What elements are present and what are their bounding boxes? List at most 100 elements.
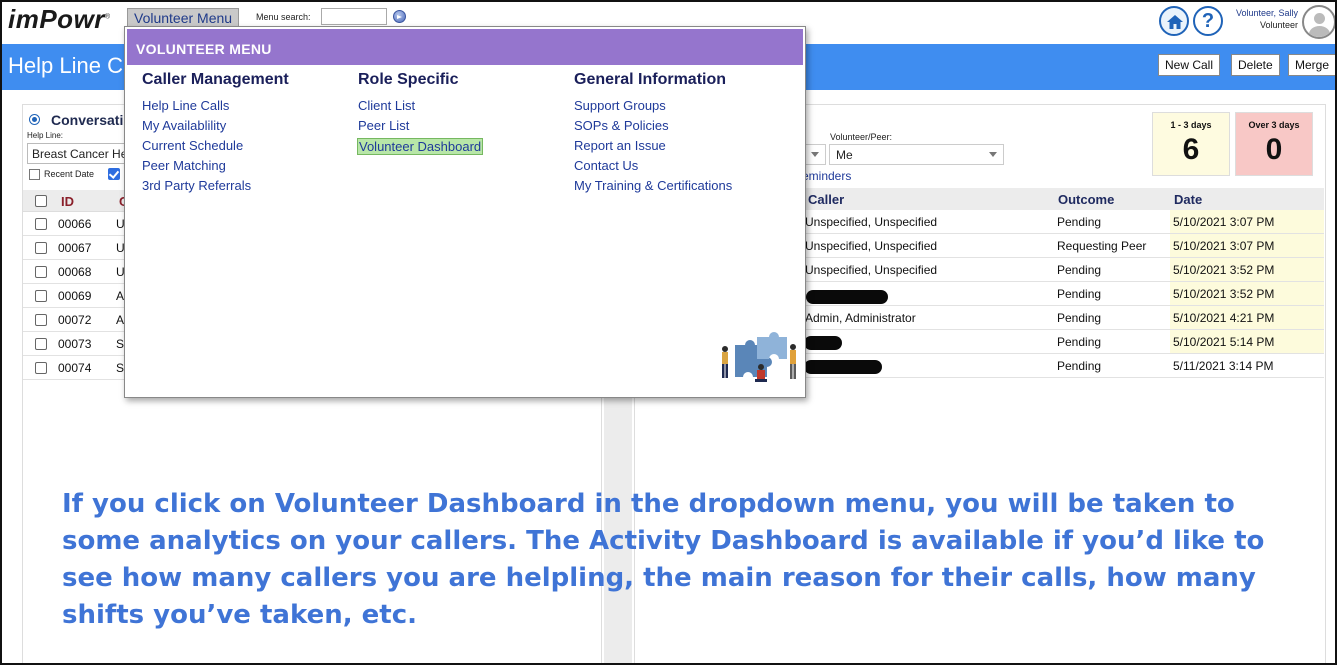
- row-date: 5/10/2021 3:52 PM: [1173, 263, 1275, 277]
- menu-column-general-information: General Information Support Groups SOPs …: [574, 71, 732, 196]
- row-checkbox[interactable]: [35, 362, 47, 374]
- row-caller: Unspecified, Unspecified: [805, 239, 938, 253]
- volunteer-menu-dropdown: VOLUNTEER MENU Caller Management Help Li…: [124, 26, 806, 398]
- menu-item-report-an-issue[interactable]: Report an Issue: [574, 136, 732, 156]
- delete-button[interactable]: Delete: [1231, 54, 1280, 76]
- row-caller-fragment: S: [116, 361, 125, 375]
- menu-item-sops-policies[interactable]: SOPs & Policies: [574, 116, 732, 136]
- help-icon[interactable]: ?: [1193, 6, 1223, 36]
- puzzle-team-illustration: [722, 332, 796, 382]
- redacted-caller: [804, 360, 882, 374]
- conversations-radio[interactable]: [29, 114, 40, 125]
- merge-button[interactable]: Merge: [1288, 54, 1335, 76]
- volunteer-menu-button[interactable]: Volunteer Menu: [127, 8, 240, 27]
- menu-item-client-list[interactable]: Client List: [358, 96, 483, 116]
- recent-date-label: Recent Date: [44, 169, 95, 179]
- menu-search-go-icon[interactable]: [393, 10, 406, 23]
- filter-checkbox[interactable]: [108, 168, 120, 180]
- stat-label: Over 3 days: [1248, 120, 1300, 130]
- stat-over-3-days[interactable]: Over 3 days 0: [1235, 112, 1313, 176]
- table-row[interactable]: Pending 5/11/2021 3:14 PM: [802, 354, 1324, 378]
- row-checkbox[interactable]: [35, 266, 47, 278]
- redacted-caller: [806, 290, 888, 304]
- menu-column-role-specific: Role Specific Client List Peer List Volu…: [357, 71, 484, 158]
- row-outcome: Pending: [1057, 263, 1102, 277]
- row-id[interactable]: 00066: [58, 217, 91, 231]
- table-row[interactable]: Pending 5/10/2021 3:52 PM: [802, 282, 1324, 306]
- stat-1-3-days[interactable]: 1 - 3 days 6: [1152, 112, 1230, 176]
- table-row[interactable]: Unspecified, Unspecified Requesting Peer…: [802, 234, 1324, 258]
- row-id[interactable]: 00067: [58, 241, 91, 255]
- row-date: 5/10/2021 3:52 PM: [1173, 287, 1275, 301]
- row-caller: Unspecified, Unspecified: [805, 263, 938, 277]
- recent-date-checkbox[interactable]: [29, 169, 40, 180]
- table-row[interactable]: Admin, Administrator Pending 5/10/2021 4…: [802, 306, 1324, 330]
- row-outcome: Requesting Peer: [1057, 239, 1147, 253]
- row-id[interactable]: 00072: [58, 313, 91, 327]
- volunteer-peer-select[interactable]: Me: [829, 144, 1004, 165]
- menu-column-caller-management: Caller Management Help Line Calls My Ava…: [142, 71, 289, 196]
- table-row[interactable]: Pending 5/10/2021 5:14 PM: [802, 330, 1324, 354]
- row-id[interactable]: 00068: [58, 265, 91, 279]
- user-role: Volunteer: [1259, 20, 1298, 30]
- menu-item-support-groups[interactable]: Support Groups: [574, 96, 732, 116]
- menu-item-help-line-calls[interactable]: Help Line Calls: [142, 96, 289, 116]
- row-caller-fragment: A: [116, 289, 125, 303]
- table-row[interactable]: Unspecified, Unspecified Pending 5/10/20…: [802, 210, 1324, 234]
- menu-item-my-training-certifications[interactable]: My Training & Certifications: [574, 176, 732, 196]
- row-caller: Admin, Administrator: [805, 311, 916, 325]
- row-date: 5/10/2021 3:07 PM: [1173, 215, 1275, 229]
- row-checkbox[interactable]: [35, 314, 47, 326]
- menu-column-heading: Role Specific: [358, 71, 459, 88]
- menu-item-peer-list[interactable]: Peer List: [358, 116, 483, 136]
- user-name[interactable]: Volunteer, Sally: [1226, 8, 1298, 19]
- row-checkbox[interactable]: [35, 242, 47, 254]
- row-checkbox[interactable]: [35, 338, 47, 350]
- column-header-date[interactable]: Date: [1174, 192, 1202, 207]
- row-caller-fragment: A: [116, 313, 125, 327]
- column-header-id[interactable]: ID: [61, 194, 74, 209]
- help-line-label: Help Line:: [27, 131, 64, 140]
- redacted-caller: [804, 336, 842, 350]
- app-logo[interactable]: imPowr®: [8, 4, 111, 35]
- row-date-cell: 5/10/2021 3:52 PM: [1170, 282, 1324, 305]
- row-id[interactable]: 00073: [58, 337, 91, 351]
- new-call-button[interactable]: New Call: [1158, 54, 1221, 76]
- volunteer-menu-header: VOLUNTEER MENU: [127, 29, 803, 65]
- row-outcome: Pending: [1057, 215, 1102, 229]
- reminders-link[interactable]: eminders: [802, 169, 851, 183]
- row-outcome: Pending: [1057, 311, 1102, 325]
- column-header-caller[interactable]: Caller: [808, 192, 844, 207]
- home-icon[interactable]: [1159, 6, 1189, 36]
- menu-search-label: Menu search:: [256, 12, 311, 22]
- stat-value: 6: [1182, 133, 1200, 166]
- menu-search-input[interactable]: [321, 8, 387, 25]
- logo-text: imPowr: [8, 4, 105, 34]
- logo-mark: ®: [104, 13, 111, 21]
- menu-item-peer-matching[interactable]: Peer Matching: [142, 156, 289, 176]
- screen-frame: imPowr® Volunteer Menu Menu search: ? Vo…: [0, 0, 1337, 665]
- menu-item-3rd-party-referrals[interactable]: 3rd Party Referrals: [142, 176, 289, 196]
- calls-table-header: Caller Outcome Date: [802, 188, 1324, 210]
- stat-label: 1 - 3 days: [1170, 120, 1212, 130]
- volunteer-menu-title: VOLUNTEER MENU: [136, 41, 272, 57]
- menu-item-current-schedule[interactable]: Current Schedule: [142, 136, 289, 156]
- menu-column-heading: Caller Management: [142, 71, 289, 88]
- row-id[interactable]: 00069: [58, 289, 91, 303]
- row-outcome: Pending: [1057, 287, 1102, 301]
- menu-item-volunteer-dashboard[interactable]: Volunteer Dashboard: [357, 138, 484, 155]
- menu-item-my-availability[interactable]: My Availablility: [142, 116, 289, 136]
- row-id[interactable]: 00074: [58, 361, 91, 375]
- column-header-outcome[interactable]: Outcome: [1058, 192, 1114, 207]
- row-date-cell: 5/10/2021 4:21 PM: [1170, 306, 1324, 329]
- row-date-cell: 5/10/2021 3:07 PM: [1170, 234, 1324, 257]
- row-date: 5/10/2021 3:07 PM: [1173, 239, 1275, 253]
- select-all-checkbox[interactable]: [35, 195, 47, 207]
- row-checkbox[interactable]: [35, 290, 47, 302]
- menu-item-contact-us[interactable]: Contact Us: [574, 156, 732, 176]
- row-checkbox[interactable]: [35, 218, 47, 230]
- avatar[interactable]: [1302, 5, 1335, 39]
- table-row[interactable]: Unspecified, Unspecified Pending 5/10/20…: [802, 258, 1324, 282]
- instruction-caption: If you click on Volunteer Dashboard in t…: [62, 489, 1265, 630]
- row-date: 5/10/2021 5:14 PM: [1173, 335, 1275, 349]
